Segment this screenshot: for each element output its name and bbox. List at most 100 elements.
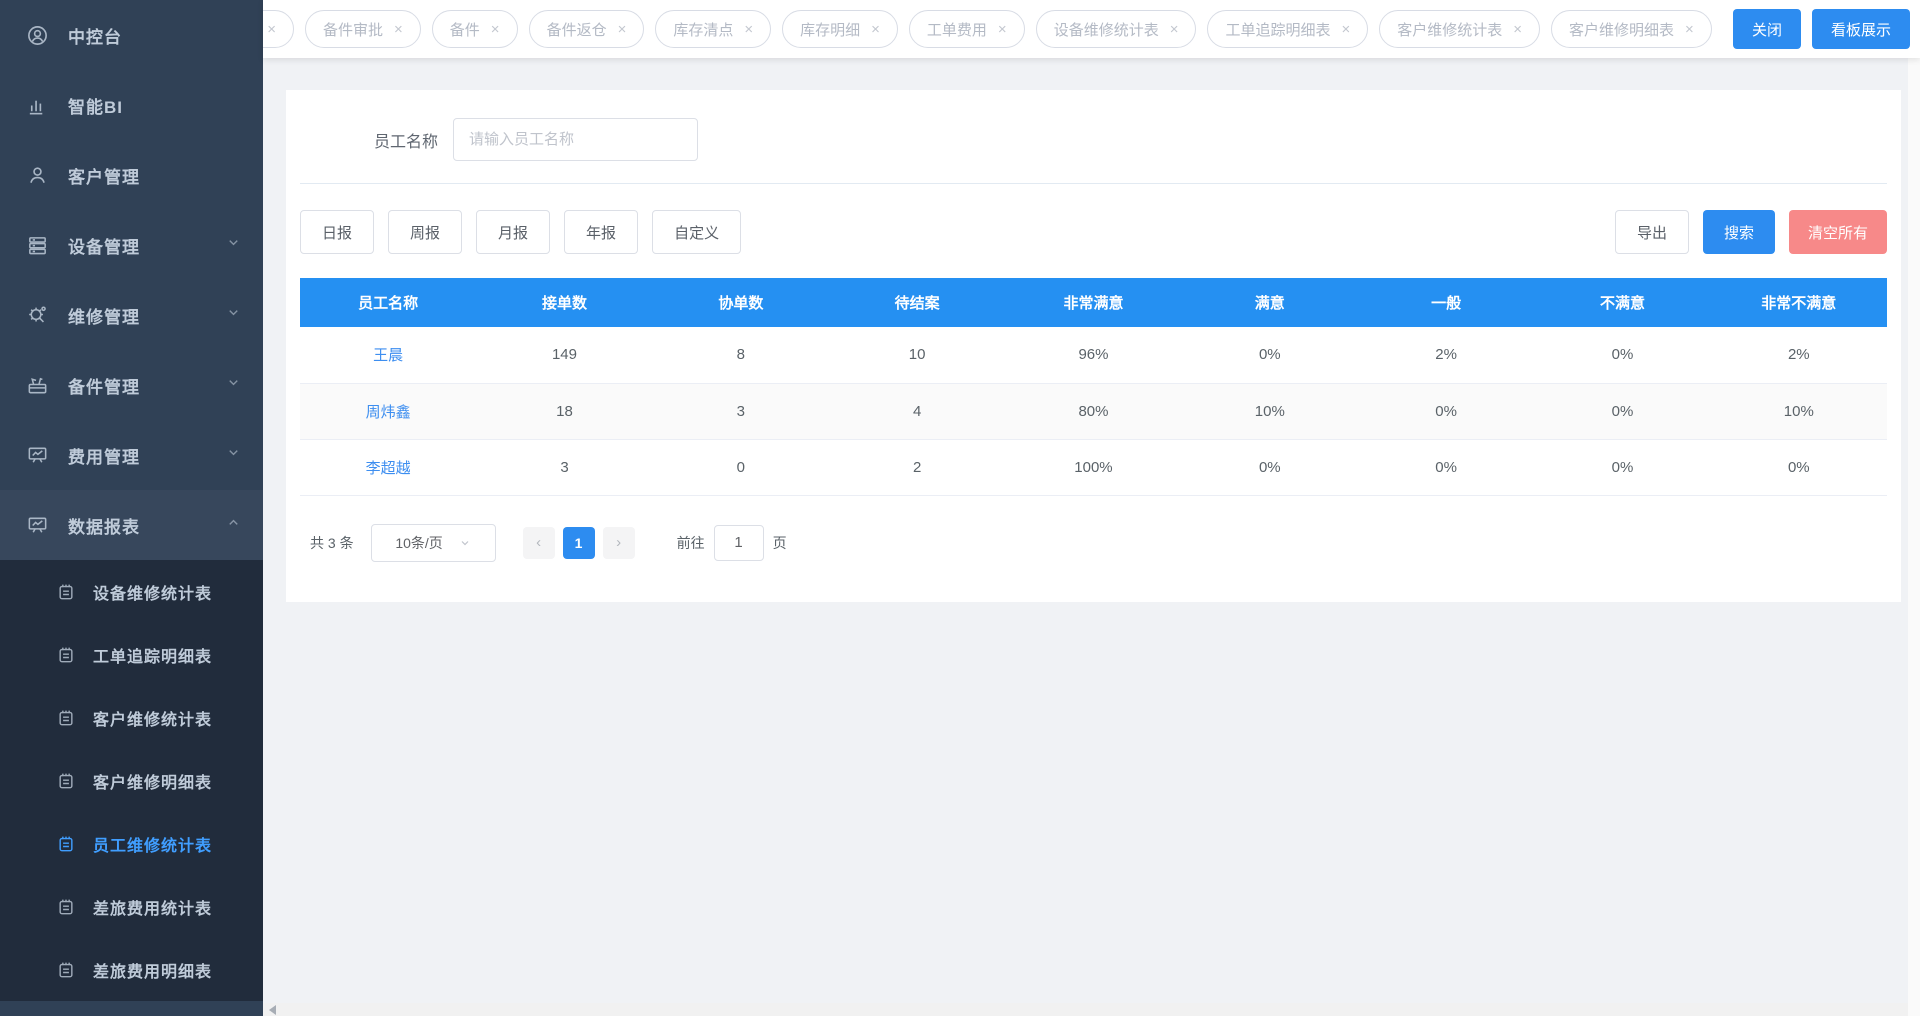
tab-clipped[interactable]: × xyxy=(263,10,294,48)
close-tab-icon[interactable]: × xyxy=(871,22,880,37)
table-row: 周炜鑫 18 3 4 80% 10% 0% 0% 10% xyxy=(300,383,1887,439)
tab-customer-repair-stats[interactable]: 客户维修统计表× xyxy=(1379,10,1540,48)
clear-all-button[interactable]: 清空所有 xyxy=(1789,210,1887,254)
report-icon xyxy=(26,514,49,537)
search-form-row: 员工名称 xyxy=(300,118,1887,161)
weekly-report-button[interactable]: 周报 xyxy=(388,210,462,254)
employee-link[interactable]: 李超越 xyxy=(366,460,411,477)
sidebar-item-console[interactable]: 中控台 xyxy=(0,0,263,70)
export-button[interactable]: 导出 xyxy=(1615,210,1689,254)
col-very-satisfied: 非常满意 xyxy=(1005,278,1181,327)
sidebar-item-label: 中控台 xyxy=(68,23,122,48)
vertical-scrollbar-track[interactable] xyxy=(1908,58,1920,1016)
tab-inventory-check[interactable]: 库存清点× xyxy=(655,10,771,48)
close-tab-icon[interactable]: × xyxy=(267,22,276,37)
sidebar-item-expenses[interactable]: 费用管理 xyxy=(0,420,263,490)
sidebar-item-devices[interactable]: 设备管理 xyxy=(0,210,263,280)
sidebar-item-bi[interactable]: 智能BI xyxy=(0,70,263,140)
submenu-item-workorder-tracking[interactable]: 工单追踪明细表 xyxy=(0,623,263,686)
daily-report-button[interactable]: 日报 xyxy=(300,210,374,254)
submenu-item-label: 差旅费用统计表 xyxy=(93,895,212,919)
tab-workorder-cost[interactable]: 工单费用× xyxy=(909,10,1025,48)
sidebar-item-spare-parts[interactable]: 备件管理 xyxy=(0,350,263,420)
customer-icon xyxy=(26,164,49,187)
submenu-item-employee-repair-stats[interactable]: 员工维修统计表 xyxy=(0,812,263,875)
sidebar-item-label: 设备管理 xyxy=(68,233,140,258)
close-tab-icon[interactable]: × xyxy=(998,22,1007,37)
monthly-report-button[interactable]: 月报 xyxy=(476,210,550,254)
sidebar-item-label: 维修管理 xyxy=(68,303,140,328)
close-tab-icon[interactable]: × xyxy=(618,22,627,37)
col-satisfied: 满意 xyxy=(1182,278,1358,327)
tabbar: × 备件审批× 备件× 备件返仓× 库存清点× 库存明细× 工单费用× 设备维修… xyxy=(263,0,1920,58)
page-size-select[interactable]: 10条/页 xyxy=(371,524,496,562)
submenu-item-travel-expense-stats[interactable]: 差旅费用统计表 xyxy=(0,875,263,938)
tab-inventory-detail[interactable]: 库存明细× xyxy=(782,10,898,48)
horizontal-scrollbar[interactable] xyxy=(263,1003,1908,1016)
scroll-left-icon[interactable] xyxy=(269,1005,276,1015)
notebook-icon xyxy=(56,771,76,791)
sidebar: 中控台 智能BI 客户管理 设备管理 维修管理 备件管理 费用管理 xyxy=(0,0,263,1016)
employee-link[interactable]: 王晨 xyxy=(373,347,403,364)
employee-name-input[interactable] xyxy=(453,118,698,161)
close-tab-icon[interactable]: × xyxy=(394,22,403,37)
notebook-icon xyxy=(56,645,76,665)
col-very-dissatisfied: 非常不满意 xyxy=(1711,278,1887,327)
page-suffix-label: 页 xyxy=(773,533,787,553)
col-orders-assisted: 协单数 xyxy=(653,278,829,327)
yearly-report-button[interactable]: 年报 xyxy=(564,210,638,254)
close-tab-icon[interactable]: × xyxy=(1685,22,1694,37)
expense-icon xyxy=(26,444,49,467)
submenu-item-travel-expense-detail[interactable]: 差旅费用明细表 xyxy=(0,938,263,1001)
chevron-down-icon xyxy=(226,305,241,325)
sidebar-item-reports[interactable]: 数据报表 xyxy=(0,490,263,560)
report-card: 员工名称 日报 周报 月报 年报 自定义 导出 搜索 清空所有 xyxy=(286,90,1901,602)
tab-customer-repair-detail[interactable]: 客户维修明细表× xyxy=(1551,10,1712,48)
chevron-down-icon xyxy=(226,375,241,395)
submenu-item-customer-repair-detail[interactable]: 客户维修明细表 xyxy=(0,749,263,812)
close-tab-icon[interactable]: × xyxy=(744,22,753,37)
close-tab-icon[interactable]: × xyxy=(1170,22,1179,37)
search-button[interactable]: 搜索 xyxy=(1703,210,1775,254)
board-display-button[interactable]: 看板展示 xyxy=(1812,9,1910,49)
tab-spare-approval[interactable]: 备件审批× xyxy=(305,10,421,48)
close-tab-icon[interactable]: × xyxy=(1513,22,1522,37)
tab-device-repair-stats[interactable]: 设备维修统计表× xyxy=(1036,10,1197,48)
next-page-button[interactable]: › xyxy=(603,527,635,559)
employee-link[interactable]: 周炜鑫 xyxy=(366,404,411,421)
submenu-item-customer-repair-stats[interactable]: 客户维修统计表 xyxy=(0,686,263,749)
sidebar-item-label: 智能BI xyxy=(68,93,123,118)
chevron-down-icon xyxy=(459,537,471,549)
goto-page-input[interactable] xyxy=(714,525,764,561)
custom-period-button[interactable]: 自定义 xyxy=(652,210,741,254)
prev-page-button[interactable]: ‹ xyxy=(523,527,555,559)
submenu-item-label: 工单追踪明细表 xyxy=(93,643,212,667)
col-neutral: 一般 xyxy=(1358,278,1534,327)
dashboard-icon xyxy=(26,24,49,47)
repair-icon xyxy=(26,304,49,327)
pagination: 共 3 条 10条/页 ‹ 1 › 前往 页 xyxy=(300,524,1887,562)
tab-spare-return[interactable]: 备件返仓× xyxy=(529,10,645,48)
notebook-icon xyxy=(56,960,76,980)
notebook-icon xyxy=(56,708,76,728)
sidebar-item-repair[interactable]: 维修管理 xyxy=(0,280,263,350)
tab-spare[interactable]: 备件× xyxy=(432,10,518,48)
goto-label: 前往 xyxy=(677,533,705,553)
close-tab-icon[interactable]: × xyxy=(491,22,500,37)
table-row: 李超越 3 0 2 100% 0% 0% 0% 0% xyxy=(300,439,1887,495)
notebook-icon xyxy=(56,834,76,854)
page-1-button[interactable]: 1 xyxy=(563,527,595,559)
open-tabs: × 备件审批× 备件× 备件返仓× 库存清点× 库存明细× 工单费用× 设备维修… xyxy=(263,10,1722,48)
close-tab-icon[interactable]: × xyxy=(1341,22,1350,37)
app-root: 中控台 智能BI 客户管理 设备管理 维修管理 备件管理 费用管理 xyxy=(0,0,1920,1016)
sidebar-item-customers[interactable]: 客户管理 xyxy=(0,140,263,210)
submenu-item-device-repair-stats[interactable]: 设备维修统计表 xyxy=(0,560,263,623)
col-employee-name: 员工名称 xyxy=(300,278,476,327)
total-count-text: 共 3 条 xyxy=(310,533,354,553)
tab-workorder-tracking[interactable]: 工单追踪明细表× xyxy=(1207,10,1368,48)
chevron-down-icon xyxy=(226,445,241,465)
col-dissatisfied: 不满意 xyxy=(1534,278,1710,327)
sidebar-item-label: 备件管理 xyxy=(68,373,140,398)
close-button[interactable]: 关闭 xyxy=(1733,9,1801,49)
main-area: × 备件审批× 备件× 备件返仓× 库存清点× 库存明细× 工单费用× 设备维修… xyxy=(263,0,1920,1016)
